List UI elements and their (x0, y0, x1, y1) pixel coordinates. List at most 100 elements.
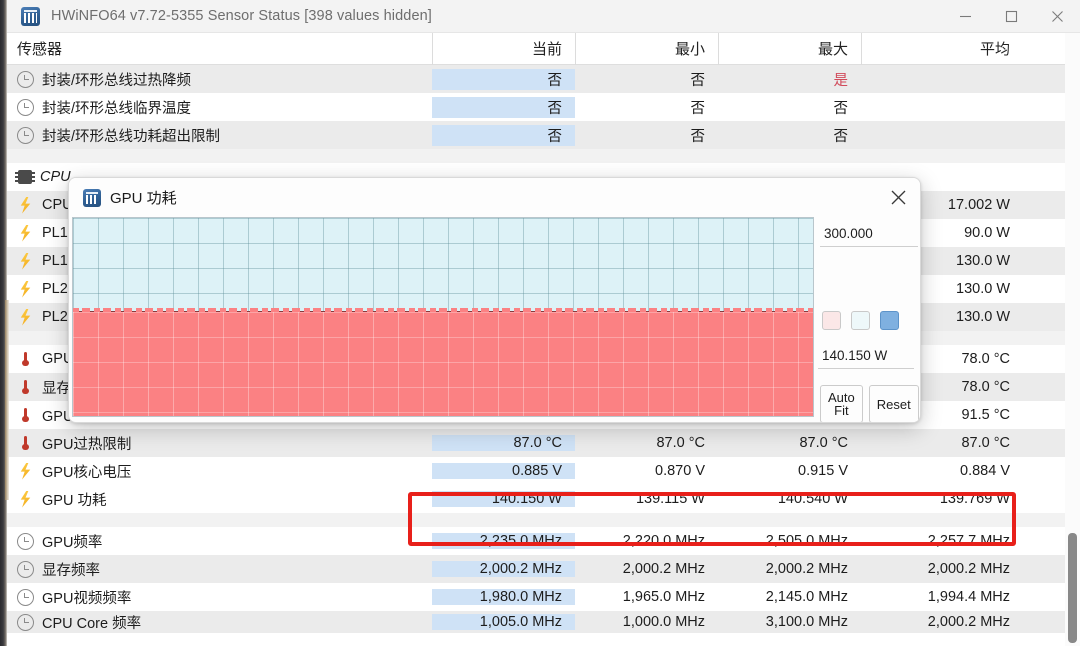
row-current-value: 0.885 V (432, 463, 575, 479)
row-average-value: 2,257.7 MHz (927, 533, 1010, 549)
auto-fit-button[interactable]: Auto Fit (820, 385, 863, 422)
row-minimum-value: 87.0 °C (656, 435, 705, 451)
chip-icon (15, 170, 35, 184)
row-average-value: 2,000.2 MHz (927, 561, 1010, 577)
row-current-value: 1,980.0 MHz (432, 589, 575, 605)
row-maximum-value: 87.0 °C (799, 435, 848, 451)
table-row[interactable]: GPU过热限制 87.0 °C 87.0 °C 87.0 °C 87.0 °C (7, 429, 1080, 457)
clock-icon (17, 532, 34, 550)
thermometer-icon (17, 407, 34, 424)
header-average[interactable]: 平均 (861, 38, 1023, 59)
clock-icon (17, 126, 34, 144)
table-header-row: 传感器 当前 最小 最大 平均 (7, 33, 1080, 65)
row-average-value: 2,000.2 MHz (927, 614, 1010, 630)
row-label: 显存 (42, 380, 71, 397)
row-maximum-value: 140.540 W (777, 491, 848, 507)
row-sensor-name: GPU核心电压 (7, 461, 432, 482)
popup-titlebar: GPU 功耗 (69, 178, 920, 217)
swatch-blue-icon[interactable] (880, 311, 899, 330)
grid-horizontal-overlay (73, 312, 813, 416)
reset-button[interactable]: Reset (868, 385, 919, 422)
row-label: CPU (40, 169, 71, 185)
row-minimum-value: 2,000.2 MHz (622, 561, 705, 577)
header-sensor[interactable]: 传感器 (7, 38, 432, 59)
row-sensor-name: 显存频率 (7, 559, 432, 580)
screen-bezel-glare (5, 300, 9, 500)
table-row[interactable]: 封装/环形总线临界温度 否 否 否 (7, 93, 1080, 121)
row-minimum-value: 139.115 W (635, 491, 705, 507)
thermometer-icon (17, 351, 34, 368)
row-minimum-value: 0.870 V (655, 463, 705, 479)
popup-close-button[interactable] (876, 178, 920, 217)
table-row[interactable]: GPU视频频率 1,980.0 MHz 1,965.0 MHz 2,145.0 MHz… (7, 583, 1080, 611)
row-minimum-value: 否 (690, 128, 706, 145)
table-row[interactable]: GPU核心电压 0.885 V 0.870 V 0.915 V 0.884 V (7, 457, 1080, 485)
bolt-icon (20, 462, 31, 480)
row-sensor-name: GPU频率 (7, 531, 432, 552)
row-current-value: 否 (432, 68, 575, 90)
row-minimum-value: 1,000.0 MHz (622, 614, 705, 630)
maximize-button[interactable] (988, 0, 1034, 33)
clock-icon (17, 98, 34, 116)
row-label: GPU视频频率 (42, 590, 132, 607)
header-current[interactable]: 当前 (432, 38, 575, 59)
row-minimum-value: 否 (690, 72, 706, 89)
bolt-icon (20, 196, 31, 214)
row-label: GPU过热限制 (42, 436, 132, 453)
row-minimum-value: 1,965.0 MHz (622, 589, 705, 605)
row-label: GPU频率 (42, 534, 103, 551)
row-maximum-value: 否 (833, 100, 849, 117)
table-row[interactable]: GPU 功耗 140.150 W 139.115 W 140.540 W 139.769… (7, 485, 1080, 513)
row-maximum-value: 否 (833, 128, 849, 145)
scrollbar-thumb[interactable] (1068, 533, 1077, 643)
row-average-value: 139.769 W (939, 491, 1010, 507)
row-label: GPU 功耗 (42, 492, 107, 509)
thermometer-icon (17, 379, 34, 396)
row-current-value: 2,000.2 MHz (432, 561, 575, 577)
bolt-icon (20, 280, 31, 298)
row-current-value: 否 (432, 124, 575, 146)
table-row[interactable]: 封装/环形总线功耗超出限制 否 否 否 (7, 121, 1080, 149)
header-maximum[interactable]: 最大 (718, 38, 861, 59)
row-average-value: 87.0 °C (961, 435, 1010, 451)
row-maximum-value: 0.915 V (798, 463, 848, 479)
window-title: HWiNFO64 v7.72-5355 Sensor Status [398 v… (51, 8, 432, 24)
swatch-red-icon[interactable] (822, 311, 841, 330)
row-minimum-value: 否 (690, 100, 706, 117)
axis-max-value[interactable]: 300.000 (820, 221, 918, 247)
row-sensor-name: GPU过热限制 (7, 433, 432, 454)
row-sensor-name: 封装/环形总线过热降频 (7, 69, 432, 90)
power-graph-plot[interactable] (72, 217, 814, 417)
window-titlebar: HWiNFO64 v7.72-5355 Sensor Status [398 v… (7, 0, 1080, 33)
table-row[interactable]: 显存频率 2,000.2 MHz 2,000.2 MHz 2,000.2 MHz 2,0… (7, 555, 1080, 583)
swatch-cyan-icon[interactable] (851, 311, 870, 330)
color-swatches (822, 311, 899, 330)
table-row[interactable]: GPU频率 2,235.0 MHz 2,220.0 MHz 2,505.0 MHz 2,… (7, 527, 1080, 555)
clock-icon (17, 70, 34, 88)
gpu-power-graph-window[interactable]: GPU 功耗 300.000 140.150 W Auto Fit Reset (68, 177, 921, 423)
clock-icon (17, 560, 34, 578)
close-button[interactable] (1034, 0, 1080, 33)
bolt-icon (20, 490, 31, 508)
row-current-value: 否 (432, 96, 575, 118)
row-maximum-value: 是 (833, 72, 849, 89)
row-sensor-name: 封装/环形总线功耗超出限制 (7, 125, 432, 146)
row-current-value: 87.0 °C (432, 435, 575, 451)
graph-side-panel: 300.000 140.150 W Auto Fit Reset 0.000 (814, 217, 919, 422)
hwinfo-icon (83, 188, 101, 207)
row-label: 显存频率 (42, 562, 100, 579)
graph-buttons: Auto Fit Reset (820, 385, 919, 422)
row-sensor-name: GPU视频频率 (7, 587, 432, 608)
table-row[interactable]: 封装/环形总线过热降频 否 否 是 (7, 65, 1080, 93)
row-maximum-value: 2,000.2 MHz (765, 561, 848, 577)
minimize-button[interactable] (942, 0, 988, 33)
popup-body: 300.000 140.150 W Auto Fit Reset 0.000 (69, 217, 920, 422)
bolt-icon (20, 252, 31, 270)
vertical-scrollbar[interactable] (1065, 33, 1080, 646)
row-current-value: 140.150 W (432, 491, 575, 507)
row-label: 封装/环形总线过热降频 (42, 72, 192, 89)
row-average-value: 0.884 V (960, 463, 1010, 479)
row-sensor-name: 封装/环形总线临界温度 (7, 97, 432, 118)
header-minimum[interactable]: 最小 (575, 38, 718, 59)
table-row[interactable]: CPU Core 频率 1,005.0 MHz 1,000.0 MHz 3,100.0… (7, 611, 1080, 633)
